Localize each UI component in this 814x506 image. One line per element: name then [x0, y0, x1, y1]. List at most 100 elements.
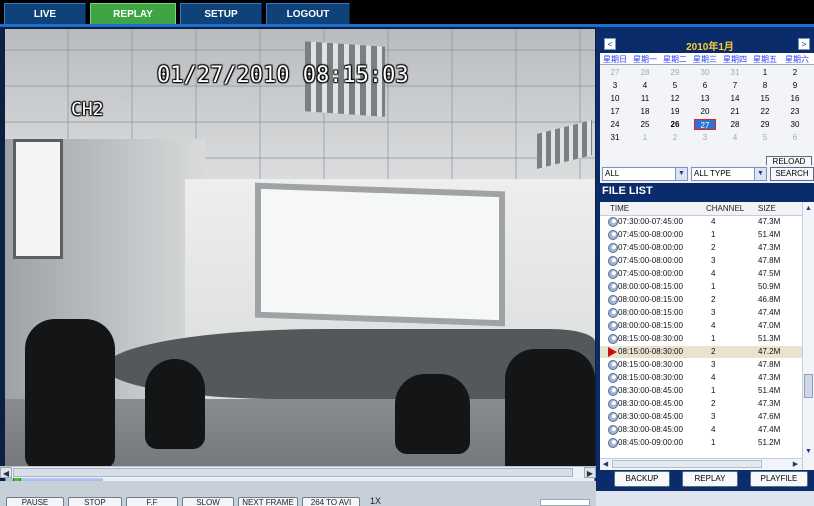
file-row[interactable]: 07:45:00-08:00:00 2 47.3M — [600, 242, 802, 254]
pause-button[interactable]: PAUSE — [6, 497, 64, 506]
tab-replay[interactable]: REPLAY — [90, 3, 176, 24]
file-row[interactable]: 07:45:00-08:00:00 4 47.5M — [600, 268, 802, 280]
file-channel: 2 — [711, 243, 716, 252]
slow-button[interactable]: SLOW — [182, 497, 234, 506]
convert-avi-button[interactable]: 264 TO AVI — [302, 497, 360, 506]
replay-button[interactable]: REPLAY — [682, 471, 738, 487]
calendar-day[interactable]: 17 — [604, 106, 626, 117]
video-horizontal-scrollbar[interactable]: ◀ ▶ — [0, 466, 596, 478]
calendar-day[interactable]: 4 — [724, 132, 746, 143]
file-row[interactable]: 07:45:00-08:00:00 3 47.8M — [600, 255, 802, 267]
calendar-day[interactable]: 28 — [724, 119, 746, 130]
calendar-day[interactable]: 29 — [664, 67, 686, 78]
video-view[interactable]: 01/27/2010 08:15:03 CH2 — [5, 29, 595, 487]
calendar-day[interactable]: 10 — [604, 93, 626, 104]
scroll-left-icon[interactable]: ◀ — [0, 467, 12, 478]
calendar-day[interactable]: 5 — [754, 132, 776, 143]
tab-live[interactable]: LIVE — [4, 3, 86, 24]
file-row[interactable]: 08:30:00-08:45:00 1 51.4M — [600, 385, 802, 397]
calendar-day[interactable]: 2 — [784, 67, 806, 78]
calendar-day[interactable]: 26 — [664, 119, 686, 130]
column-time[interactable]: TIME — [610, 204, 629, 213]
calendar-day[interactable]: 3 — [604, 80, 626, 91]
file-row[interactable]: 07:30:00-07:45:00 4 47.3M — [600, 216, 802, 228]
scroll-right-icon[interactable]: ▶ — [790, 459, 801, 470]
calendar-day-selected[interactable]: 27 — [694, 119, 716, 130]
file-row[interactable]: 08:30:00-08:45:00 3 47.6M — [600, 411, 802, 423]
column-size[interactable]: SIZE — [758, 204, 776, 213]
calendar-day[interactable]: 6 — [694, 80, 716, 91]
file-row[interactable]: 08:15:00-08:30:00 4 47.3M — [600, 372, 802, 384]
file-time: 08:00:00-08:15:00 — [618, 295, 683, 304]
scroll-down-icon[interactable]: ▼ — [803, 446, 814, 457]
calendar-day[interactable]: 8 — [754, 80, 776, 91]
calendar-day[interactable]: 3 — [694, 132, 716, 143]
calendar-day[interactable]: 31 — [604, 132, 626, 143]
file-row[interactable]: 08:15:00-08:30:00 1 51.3M — [600, 333, 802, 345]
file-list-horizontal-scrollbar[interactable]: ◀ ▶ — [600, 458, 802, 470]
calendar-day[interactable]: 11 — [634, 93, 656, 104]
backup-button[interactable]: BACKUP — [614, 471, 670, 487]
file-list-vertical-scrollbar[interactable]: ▲ ▼ — [802, 202, 814, 470]
scroll-right-icon[interactable]: ▶ — [584, 467, 596, 478]
calendar-day[interactable]: 1 — [634, 132, 656, 143]
calendar-day[interactable]: 12 — [664, 93, 686, 104]
file-row[interactable]: 08:30:00-08:45:00 4 47.4M — [600, 424, 802, 436]
fast-forward-button[interactable]: F.F — [126, 497, 178, 506]
scrollbar-thumb[interactable] — [804, 374, 813, 398]
file-row[interactable]: 07:45:00-08:00:00 1 51.4M — [600, 229, 802, 241]
calendar-day[interactable]: 27 — [604, 67, 626, 78]
tab-logout[interactable]: LOGOUT — [266, 3, 350, 24]
calendar-day[interactable]: 29 — [754, 119, 776, 130]
file-size: 47.3M — [758, 217, 781, 226]
calendar-day[interactable]: 9 — [784, 80, 806, 91]
calendar-day[interactable]: 19 — [664, 106, 686, 117]
scrollbar-thumb[interactable] — [612, 460, 762, 468]
file-row[interactable]: 08:00:00-08:15:00 1 50.9M — [600, 281, 802, 293]
file-row[interactable]: 08:30:00-08:45:00 2 47.3M — [600, 398, 802, 410]
calendar-day[interactable]: 1 — [754, 67, 776, 78]
calendar-day[interactable]: 4 — [634, 80, 656, 91]
volume-slider[interactable] — [540, 499, 590, 506]
scroll-up-icon[interactable]: ▲ — [803, 203, 814, 214]
stop-button[interactable]: STOP — [68, 497, 122, 506]
column-channel[interactable]: CHANNEL — [706, 204, 744, 213]
calendar-day[interactable]: 16 — [784, 93, 806, 104]
file-time: 08:15:00-08:30:00 — [618, 334, 683, 343]
file-row[interactable]: 08:15:00-08:30:00 3 47.8M — [600, 359, 802, 371]
calendar-day[interactable]: 15 — [754, 93, 776, 104]
file-row[interactable]: 08:00:00-08:15:00 4 47.0M — [600, 320, 802, 332]
calendar-day[interactable]: 25 — [634, 119, 656, 130]
calendar-day[interactable]: 7 — [724, 80, 746, 91]
playfile-button[interactable]: PLAYFILE — [750, 471, 808, 487]
calendar-day[interactable]: 2 — [664, 132, 686, 143]
calendar-day[interactable]: 23 — [784, 106, 806, 117]
file-row[interactable]: 08:45:00-09:00:00 1 51.2M — [600, 437, 802, 449]
calendar-day[interactable]: 6 — [784, 132, 806, 143]
scrollbar-thumb[interactable] — [13, 468, 573, 477]
calendar-day[interactable]: 30 — [694, 67, 716, 78]
file-size: 47.8M — [758, 360, 781, 369]
calendar-day[interactable]: 20 — [694, 106, 716, 117]
next-month-icon[interactable]: > — [798, 38, 810, 50]
scroll-left-icon[interactable]: ◀ — [600, 459, 611, 470]
calendar-day[interactable]: 13 — [694, 93, 716, 104]
calendar-day[interactable]: 30 — [784, 119, 806, 130]
calendar-day[interactable]: 21 — [724, 106, 746, 117]
calendar-day[interactable]: 5 — [664, 80, 686, 91]
next-frame-button[interactable]: NEXT FRAME — [238, 497, 298, 506]
calendar-day[interactable]: 28 — [634, 67, 656, 78]
channel-select[interactable]: ALL ▼ — [602, 167, 688, 181]
calendar-day[interactable]: 14 — [724, 93, 746, 104]
tab-setup[interactable]: SETUP — [180, 3, 262, 24]
file-row-playing[interactable]: 08:15:00-08:30:00 2 47.2M — [600, 346, 802, 358]
calendar-day[interactable]: 22 — [754, 106, 776, 117]
search-button[interactable]: SEARCH — [770, 167, 814, 181]
calendar-day[interactable]: 24 — [604, 119, 626, 130]
prev-month-icon[interactable]: < — [604, 38, 616, 50]
file-row[interactable]: 08:00:00-08:15:00 2 46.8M — [600, 294, 802, 306]
file-row[interactable]: 08:00:00-08:15:00 3 47.4M — [600, 307, 802, 319]
calendar-day[interactable]: 18 — [634, 106, 656, 117]
calendar-day[interactable]: 31 — [724, 67, 746, 78]
type-select[interactable]: ALL TYPE ▼ — [691, 167, 767, 181]
